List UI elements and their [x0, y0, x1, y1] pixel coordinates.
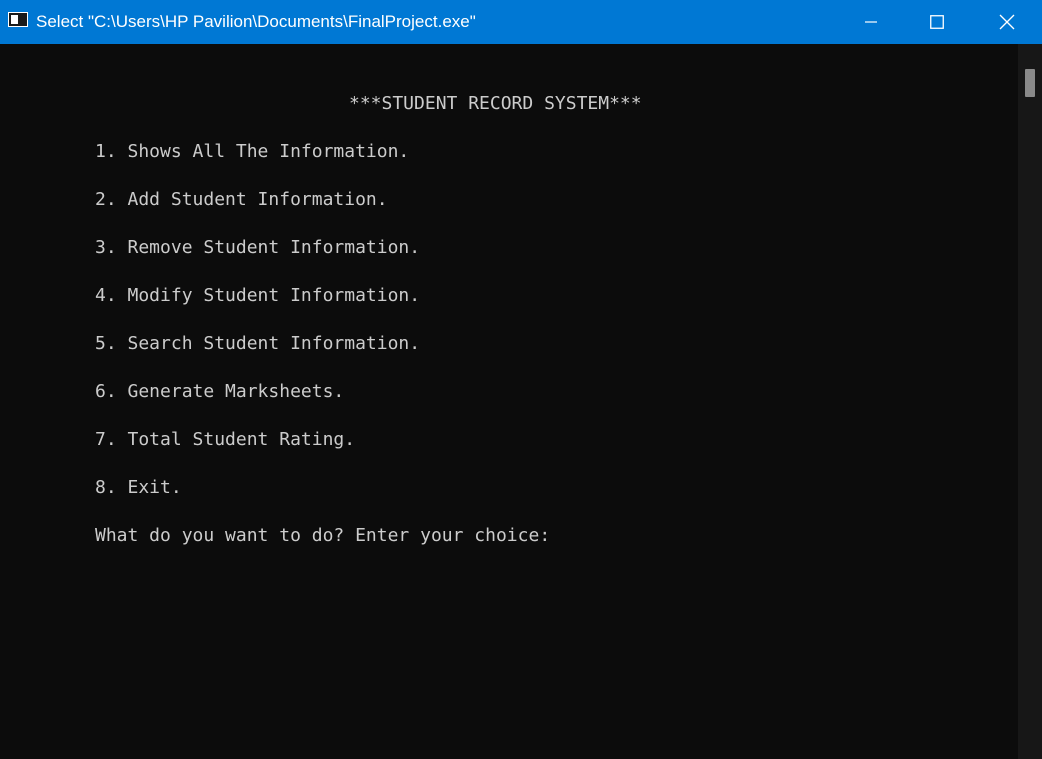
- menu-heading: ***STUDENT RECORD SYSTEM***: [349, 93, 642, 114]
- console-app-icon[interactable]: [8, 12, 28, 27]
- menu-item-1: 1. Shows All The Information.: [95, 141, 410, 162]
- minimize-icon: [865, 21, 877, 23]
- close-icon: [999, 14, 1015, 30]
- vertical-scrollbar[interactable]: [1018, 44, 1042, 759]
- menu-item-3: 3. Remove Student Information.: [95, 237, 421, 258]
- menu-item-6: 6. Generate Marksheets.: [95, 381, 345, 402]
- menu-item-8: 8. Exit.: [95, 477, 182, 498]
- console-window: Select "C:\Users\HP Pavilion\Documents\F…: [0, 0, 1042, 759]
- title-bar[interactable]: Select "C:\Users\HP Pavilion\Documents\F…: [0, 0, 1042, 44]
- close-button[interactable]: [972, 0, 1042, 44]
- minimize-button[interactable]: [836, 0, 906, 44]
- menu-item-5: 5. Search Student Information.: [95, 333, 421, 354]
- maximize-icon: [930, 15, 944, 29]
- console-app-icon-pane: [11, 15, 18, 24]
- maximize-button[interactable]: [902, 0, 972, 44]
- menu-item-4: 4. Modify Student Information.: [95, 285, 421, 306]
- choice-prompt[interactable]: What do you want to do? Enter your choic…: [95, 525, 550, 547]
- console-output[interactable]: ***STUDENT RECORD SYSTEM*** 1. Shows All…: [0, 44, 1018, 759]
- menu-item-2: 2. Add Student Information.: [95, 189, 388, 210]
- scrollbar-thumb[interactable]: [1025, 69, 1035, 97]
- window-title: Select "C:\Users\HP Pavilion\Documents\F…: [36, 12, 476, 31]
- menu-item-7: 7. Total Student Rating.: [95, 429, 356, 450]
